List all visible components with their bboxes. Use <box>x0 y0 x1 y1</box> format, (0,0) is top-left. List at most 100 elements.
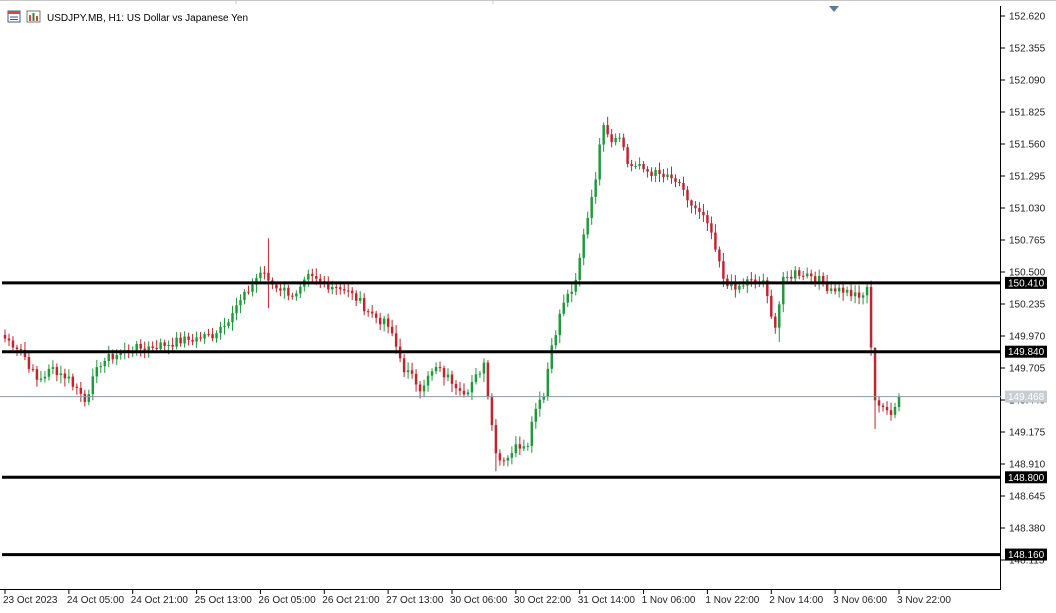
candle <box>797 267 801 280</box>
candle-body <box>155 347 158 350</box>
candle <box>662 168 665 183</box>
candle <box>562 294 565 317</box>
candle-body <box>658 170 661 174</box>
candle-body <box>582 234 585 258</box>
candle <box>550 338 554 374</box>
candle-body <box>327 283 330 290</box>
candle-body <box>562 302 565 314</box>
candle-body <box>307 273 310 280</box>
candle-body <box>147 346 150 351</box>
candle <box>542 392 546 404</box>
candle <box>530 416 534 453</box>
candle <box>31 364 35 372</box>
candle-body <box>378 317 382 325</box>
candle <box>770 289 773 320</box>
candle-body <box>790 276 793 279</box>
candle-body <box>897 396 901 407</box>
chart-window[interactable]: USDJPY.MB, H1: US Dollar vs Japanese Yen… <box>0 0 1056 608</box>
candle-body <box>299 286 302 294</box>
candle-body <box>390 326 394 334</box>
candle <box>175 331 178 350</box>
candle-body <box>175 337 178 347</box>
candle-body <box>402 358 406 373</box>
candle <box>199 332 202 342</box>
candle-body <box>267 272 270 281</box>
candle <box>889 402 893 421</box>
candle <box>143 341 146 359</box>
candle-body <box>793 270 797 279</box>
candle-body <box>354 293 358 301</box>
candle-body <box>670 174 673 179</box>
candle <box>706 210 709 231</box>
candle <box>71 373 75 391</box>
support-resistance-levels[interactable]: 150.410 149.840 148.800 148.160 <box>2 276 1047 561</box>
candle <box>821 272 825 287</box>
price-tick-label: 151.295 <box>1009 172 1046 183</box>
candle <box>287 284 290 301</box>
candle-body <box>466 392 470 395</box>
candle-body <box>470 382 474 393</box>
candle <box>506 455 510 467</box>
candle-body <box>15 347 19 350</box>
candle <box>877 396 881 413</box>
candle <box>686 186 689 208</box>
candle <box>11 336 15 351</box>
candle <box>885 401 889 415</box>
candle <box>766 277 769 304</box>
candle-body <box>458 388 462 391</box>
candle <box>343 284 346 295</box>
candle <box>893 402 897 419</box>
candle-body <box>825 283 829 291</box>
candle <box>43 371 47 383</box>
candles <box>3 116 901 472</box>
scroll-marker-icon[interactable] <box>829 6 839 12</box>
candle <box>594 172 597 204</box>
candle <box>410 362 414 379</box>
candle <box>346 283 350 298</box>
candle-body <box>319 278 322 282</box>
candle-body <box>598 144 601 180</box>
candle <box>91 368 95 401</box>
candle <box>786 271 789 283</box>
candle <box>482 358 486 382</box>
price-tick-label: 152.355 <box>1009 44 1046 55</box>
candle <box>466 389 470 397</box>
candle <box>494 418 498 472</box>
candle-body <box>853 292 857 297</box>
candle-body <box>646 169 649 172</box>
candle-body <box>358 298 362 301</box>
candle-body <box>422 385 426 392</box>
candle-body <box>881 405 885 408</box>
candle <box>223 317 226 335</box>
candle-body <box>618 137 621 139</box>
candle-body <box>191 339 194 342</box>
candle-body <box>39 378 43 380</box>
candle-body <box>885 407 889 411</box>
candle-body <box>430 371 434 376</box>
candle <box>47 364 51 381</box>
candle-body <box>805 273 809 277</box>
price-chart[interactable]: USDJPY.MB, H1: US Dollar vs Japanese Yen… <box>0 0 1056 608</box>
candle-body <box>482 362 486 374</box>
candle <box>518 436 522 456</box>
candle <box>450 370 454 393</box>
bid-price-label: 149.468 <box>1008 392 1045 403</box>
candle-body <box>686 189 689 201</box>
candle <box>67 369 71 384</box>
candle <box>374 310 378 324</box>
candle <box>554 330 558 350</box>
price-tick-label: 150.235 <box>1009 300 1046 311</box>
candle-body <box>83 393 87 402</box>
candle <box>354 290 358 306</box>
candle <box>790 269 793 284</box>
candle <box>865 282 869 304</box>
candle <box>869 280 873 356</box>
candle-body <box>195 337 198 342</box>
candle-body <box>622 137 625 148</box>
chart-window-icon <box>7 10 21 23</box>
candle <box>366 308 370 317</box>
price-tick-label: 148.645 <box>1009 492 1046 503</box>
candle-body <box>494 425 498 454</box>
level-price-label: 148.160 <box>1008 550 1045 561</box>
candle-body <box>219 326 222 334</box>
